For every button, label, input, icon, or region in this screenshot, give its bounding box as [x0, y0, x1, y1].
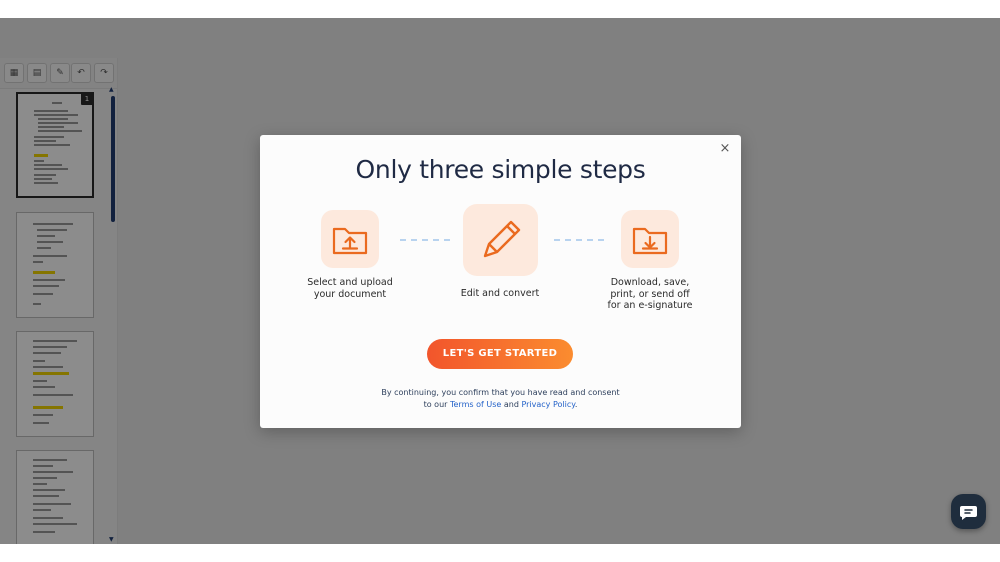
step-connector	[554, 239, 604, 241]
modal-title: Only three simple steps	[355, 155, 646, 184]
privacy-policy-link[interactable]: Privacy Policy	[521, 400, 574, 409]
step-1-label: Select and upload your document	[307, 277, 393, 300]
folder-upload-icon	[321, 210, 379, 268]
folder-download-icon	[621, 210, 679, 268]
get-started-button[interactable]: LET'S GET STARTED	[427, 339, 573, 369]
bottom-bar	[0, 544, 1000, 562]
consent-text: By continuing, you confirm that you have…	[381, 388, 620, 409]
step-3-label: Download, save, print, or send off for a…	[607, 277, 693, 311]
step-connector	[400, 239, 450, 241]
chat-icon	[960, 506, 977, 520]
step-2-label: Edit and convert	[460, 288, 540, 299]
onboarding-modal: × Only three simple steps Select and upl…	[260, 135, 741, 428]
top-bar	[0, 0, 1000, 18]
terms-of-use-link[interactable]: Terms of Use	[450, 400, 501, 409]
pencil-icon	[463, 204, 538, 276]
chat-button[interactable]	[951, 494, 986, 529]
